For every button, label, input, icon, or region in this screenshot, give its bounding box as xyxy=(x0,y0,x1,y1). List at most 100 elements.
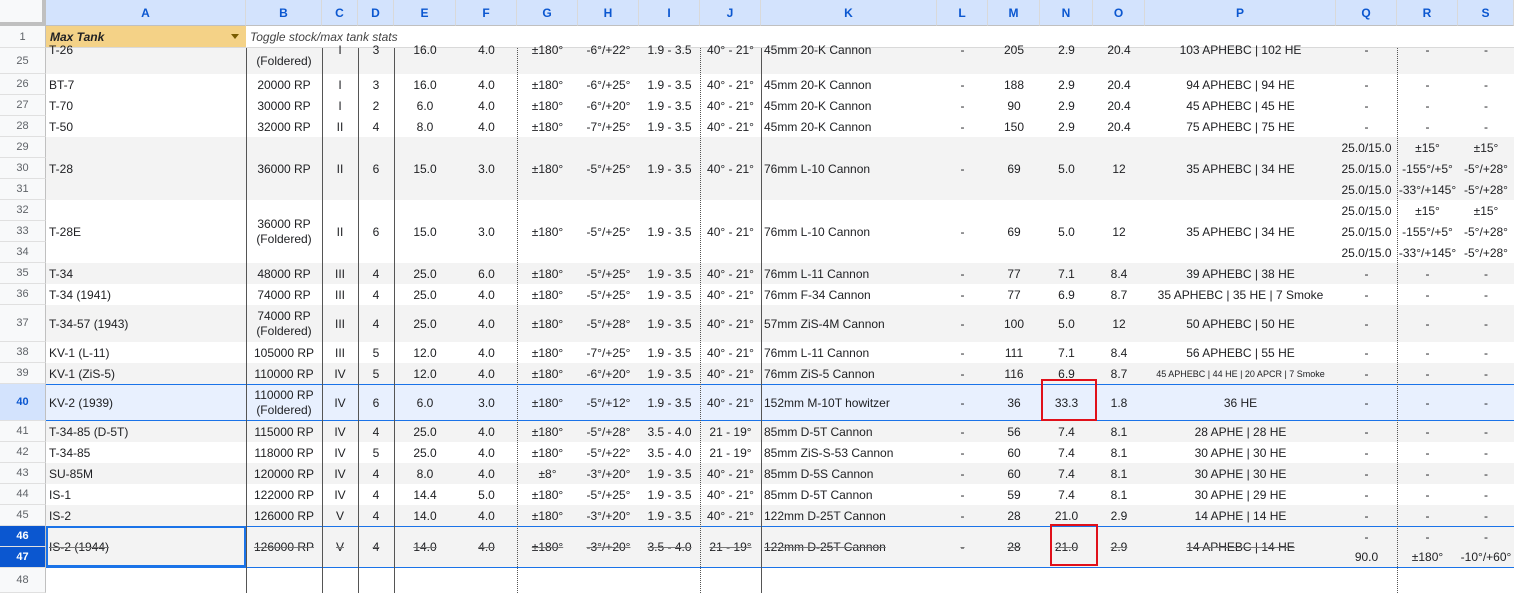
cell-s30[interactable]: -5°/+28° xyxy=(1458,158,1514,179)
cell-a43[interactable]: SU-85M xyxy=(46,463,249,484)
column-header-a[interactable]: A xyxy=(46,0,246,26)
cell-i27[interactable]: 1.9 - 3.5 xyxy=(639,95,700,116)
cell-l28[interactable]: - xyxy=(937,116,988,137)
cell-a33[interactable]: T-28E xyxy=(46,200,249,263)
cell-a48[interactable] xyxy=(46,568,249,593)
cell-s28[interactable]: - xyxy=(1458,116,1514,137)
cell-g43[interactable]: ±8° xyxy=(517,463,578,484)
cell-s43[interactable]: - xyxy=(1458,463,1514,484)
cell-b48[interactable] xyxy=(246,568,322,593)
cell-j27[interactable]: 40° - 21° xyxy=(700,95,761,116)
cell-d35[interactable]: 4 xyxy=(358,263,394,284)
cell-a38[interactable]: KV-1 (L-11) xyxy=(46,342,249,363)
cell-m44[interactable]: 59 xyxy=(988,484,1040,505)
cell-c37[interactable]: III xyxy=(322,305,358,342)
cell-i25[interactable]: 1.9 - 3.5 xyxy=(639,42,700,74)
cell-f36[interactable]: 4.0 xyxy=(456,284,517,305)
cell-f28[interactable]: 4.0 xyxy=(456,116,517,137)
cell-k39[interactable]: 76mm ZiS-5 Cannon xyxy=(761,363,940,384)
cell-e26[interactable]: 16.0 xyxy=(394,74,456,95)
cell-f47[interactable]: 4.0 xyxy=(456,526,517,568)
cell-r46[interactable]: - xyxy=(1397,527,1458,547)
cell-b44[interactable]: 122000 RP xyxy=(246,484,322,505)
row-header-30[interactable]: 30 xyxy=(0,158,46,179)
cell-g47[interactable]: ±180° xyxy=(517,526,578,568)
cell-i37[interactable]: 1.9 - 3.5 xyxy=(639,305,700,342)
cell-l36[interactable]: - xyxy=(937,284,988,305)
cell-j40[interactable]: 40° - 21° xyxy=(700,385,761,420)
cell-g28[interactable]: ±180° xyxy=(517,116,578,137)
cell-k40[interactable]: 152mm M-10T howitzer xyxy=(761,385,940,420)
cell-d26[interactable]: 3 xyxy=(358,74,394,95)
cell-e39[interactable]: 12.0 xyxy=(394,363,456,384)
cell-f44[interactable]: 5.0 xyxy=(456,484,517,505)
cell-d43[interactable]: 4 xyxy=(358,463,394,484)
column-header-k[interactable]: K xyxy=(761,0,937,26)
cell-m25[interactable]: 205 xyxy=(988,42,1040,74)
cell-j41[interactable]: 21 - 19° xyxy=(700,421,761,442)
cell-p27[interactable]: 45 APHEBC | 45 HE xyxy=(1145,95,1336,116)
cell-a44[interactable]: IS-1 xyxy=(46,484,249,505)
cell-s48[interactable] xyxy=(1458,568,1514,593)
cell-j44[interactable]: 40° - 21° xyxy=(700,484,761,505)
cell-a28[interactable]: T-50 xyxy=(46,116,249,137)
cell-p48[interactable] xyxy=(1145,568,1336,593)
cell-r37[interactable]: - xyxy=(1397,305,1458,342)
column-header-m[interactable]: M xyxy=(988,0,1040,26)
cell-p41[interactable]: 28 APHE | 28 HE xyxy=(1145,421,1336,442)
cell-l41[interactable]: - xyxy=(937,421,988,442)
cell-s45[interactable]: - xyxy=(1458,505,1514,526)
cell-s27[interactable]: - xyxy=(1458,95,1514,116)
cell-f38[interactable]: 4.0 xyxy=(456,342,517,363)
cell-e44[interactable]: 14.4 xyxy=(394,484,456,505)
cell-n33[interactable]: 5.0 xyxy=(1040,200,1093,263)
cell-b37[interactable]: 74000 RP (Foldered) xyxy=(246,305,322,342)
cell-p26[interactable]: 94 APHEBC | 94 HE xyxy=(1145,74,1336,95)
cell-b39[interactable]: 110000 RP xyxy=(246,363,322,384)
column-header-l[interactable]: L xyxy=(937,0,988,26)
cell-o47[interactable]: 2.9 xyxy=(1093,526,1145,568)
cell-r41[interactable]: - xyxy=(1397,421,1458,442)
cell-p37[interactable]: 50 APHEBC | 50 HE xyxy=(1145,305,1336,342)
cell-q38[interactable]: - xyxy=(1336,342,1397,363)
cell-a27[interactable]: T-70 xyxy=(46,95,249,116)
cell-p35[interactable]: 39 APHEBC | 38 HE xyxy=(1145,263,1336,284)
cell-b25[interactable]: (Foldered) xyxy=(246,48,322,74)
cell-s36[interactable]: - xyxy=(1458,284,1514,305)
cell-l26[interactable]: - xyxy=(937,74,988,95)
cell-l43[interactable]: - xyxy=(937,463,988,484)
row-header-34[interactable]: 34 xyxy=(0,242,46,263)
cell-p40[interactable]: 36 HE xyxy=(1145,385,1336,420)
cell-f43[interactable]: 4.0 xyxy=(456,463,517,484)
cell-p36[interactable]: 35 APHEBC | 35 HE | 7 Smoke xyxy=(1145,284,1336,305)
row-header-26[interactable]: 26 xyxy=(0,74,46,95)
cell-j25[interactable]: 40° - 21° xyxy=(700,42,761,74)
cell-q31[interactable]: 25.0/15.0 xyxy=(1336,179,1397,200)
cell-g38[interactable]: ±180° xyxy=(517,342,578,363)
cell-p38[interactable]: 56 APHEBC | 55 HE xyxy=(1145,342,1336,363)
cell-r30[interactable]: -155°/+5° xyxy=(1397,158,1458,179)
row-header-35[interactable]: 35 xyxy=(0,263,46,284)
cell-l30[interactable]: - xyxy=(937,137,988,200)
cell-q35[interactable]: - xyxy=(1336,263,1397,284)
cell-s25[interactable]: - xyxy=(1458,42,1514,74)
cell-g41[interactable]: ±180° xyxy=(517,421,578,442)
row-header-28[interactable]: 28 xyxy=(0,116,46,137)
cell-h48[interactable] xyxy=(578,568,639,593)
dropdown-arrow-icon[interactable] xyxy=(231,34,239,39)
cell-n48[interactable] xyxy=(1040,568,1093,593)
row-header-47[interactable]: 47 xyxy=(0,547,46,568)
cell-j39[interactable]: 40° - 21° xyxy=(700,363,761,384)
cell-o35[interactable]: 8.4 xyxy=(1093,263,1145,284)
cell-l45[interactable]: - xyxy=(937,505,988,526)
column-header-s[interactable]: S xyxy=(1458,0,1514,26)
cell-j26[interactable]: 40° - 21° xyxy=(700,74,761,95)
cell-r42[interactable]: - xyxy=(1397,442,1458,463)
cell-n28[interactable]: 2.9 xyxy=(1040,116,1093,137)
cell-q34[interactable]: 25.0/15.0 xyxy=(1336,242,1397,263)
cell-i44[interactable]: 1.9 - 3.5 xyxy=(639,484,700,505)
cell-i26[interactable]: 1.9 - 3.5 xyxy=(639,74,700,95)
cell-k38[interactable]: 76mm L-11 Cannon xyxy=(761,342,940,363)
cell-b42[interactable]: 118000 RP xyxy=(246,442,322,463)
cell-s40[interactable]: - xyxy=(1458,385,1514,420)
